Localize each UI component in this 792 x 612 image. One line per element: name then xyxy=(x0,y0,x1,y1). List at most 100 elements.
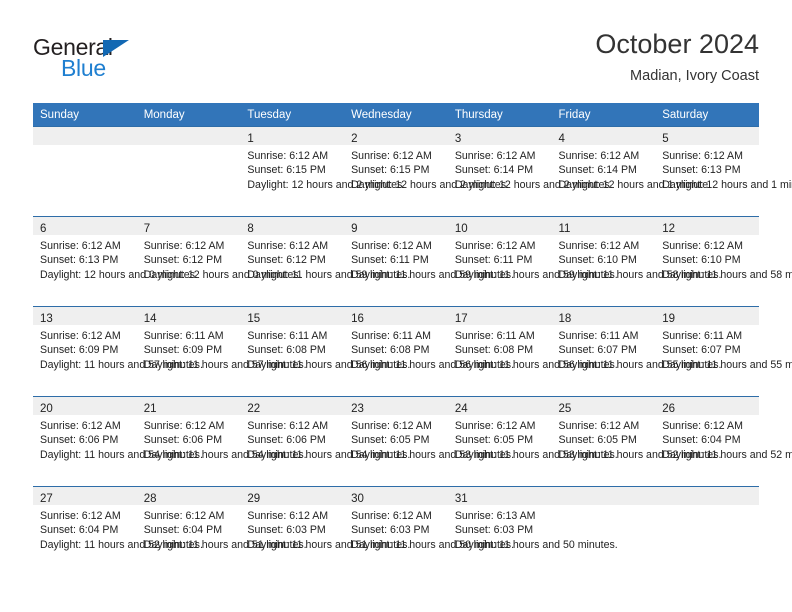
day-number: 27 xyxy=(40,493,53,505)
day-cell-inner: 3 Sunrise: 6:12 AM Sunset: 6:14 PM Daylight… xyxy=(447,127,613,216)
day-number-band: 22 xyxy=(240,397,345,415)
day-number: 30 xyxy=(351,493,364,505)
sunset-text: Sunset: 6:06 PM xyxy=(247,434,326,447)
day-cell-inner: 17 Sunrise: 6:11 AM Sunset: 6:08 PM Dayligh… xyxy=(447,307,618,396)
sunrise-text: Sunrise: 6:12 AM xyxy=(247,420,329,432)
day-number-band: 25 xyxy=(551,397,656,415)
calendar-page: General Blue October 2024 Madian, Ivory … xyxy=(0,0,792,612)
day-cell[interactable]: 7 Sunrise: 6:12 AM Sunset: 6:12 PM Daylight… xyxy=(136,216,302,307)
sunset-text: Sunset: 6:04 PM xyxy=(40,524,119,537)
day-cell[interactable]: 10 Sunrise: 6:12 AM Sunset: 6:11 PM Dayligh… xyxy=(447,216,618,307)
day-cell[interactable]: 24 Sunrise: 6:12 AM Sunset: 6:05 PM Dayligh… xyxy=(447,396,618,487)
sunrise-text: Sunrise: 6:13 AM xyxy=(454,510,536,522)
sunrise-text: Sunrise: 6:12 AM xyxy=(662,150,743,162)
day-cell[interactable]: 18 Sunrise: 6:11 AM Sunset: 6:07 PM Dayligh… xyxy=(551,306,721,397)
day-cell-inner: 14 Sunrise: 6:11 AM Sunset: 6:09 PM Dayligh… xyxy=(136,307,307,396)
day-cell[interactable]: 26 Sunrise: 6:12 AM Sunset: 6:04 PM Dayligh… xyxy=(655,396,792,487)
calendar-header-row: Sunday Monday Tuesday Wednesday Thursday Frid… xyxy=(33,103,759,127)
day-cell-inner: 29 Sunrise: 6:12 AM Sunset: 6:03 PM Dayligh… xyxy=(240,487,410,576)
daylight-text: Daylight: 11 hours and 58 minutes. xyxy=(558,268,722,281)
day-number: 31 xyxy=(454,493,468,505)
daylight-text: Daylight: 11 hours and 50 minutes. xyxy=(454,538,618,551)
day-info: Sunrise: 6:12 AM Sunset: 6:10 PM Daylight:… xyxy=(552,235,722,282)
day-number: 8 xyxy=(247,223,254,235)
day-cell[interactable]: 27 Sunrise: 6:12 AM Sunset: 6:04 PM Dayligh… xyxy=(33,486,203,576)
day-info: Sunrise: 6:11 AM Sunset: 6:08 PM Daylight:… xyxy=(448,325,618,372)
day-number-band: 29 xyxy=(240,487,345,505)
day-cell[interactable]: 16 Sunrise: 6:11 AM Sunset: 6:08 PM Dayligh… xyxy=(344,306,514,397)
day-number: 13 xyxy=(40,313,53,325)
day-info: Sunrise: 6:12 AM Sunset: 6:04 PM Daylight:… xyxy=(655,415,792,462)
day-info: Sunrise: 6:12 AM Sunset: 6:12 PM Daylight:… xyxy=(137,235,302,282)
day-cell-inner: 19 Sunrise: 6:11 AM Sunset: 6:07 PM Dayligh… xyxy=(655,307,792,396)
sunset-text: Sunset: 6:10 PM xyxy=(662,254,741,267)
day-number: 2 xyxy=(351,133,358,145)
day-cell[interactable]: 5 Sunrise: 6:12 AM Sunset: 6:13 PM Daylight… xyxy=(655,126,792,217)
weekday-header-wednesday: Wednesday xyxy=(344,103,448,127)
sunset-text: Sunset: 6:13 PM xyxy=(40,254,119,267)
sunrise-text: Sunrise: 6:12 AM xyxy=(454,420,536,432)
brand-logo[interactable]: General Blue xyxy=(33,34,243,92)
day-cell[interactable]: 22 Sunrise: 6:12 AM Sunset: 6:06 PM Dayligh… xyxy=(240,396,410,487)
day-number-band: 18 xyxy=(551,307,656,325)
day-cell-inner: 7 Sunrise: 6:12 AM Sunset: 6:12 PM Daylight… xyxy=(136,217,302,306)
day-info: Sunrise: 6:12 AM Sunset: 6:04 PM Daylight:… xyxy=(33,505,203,552)
day-number: 3 xyxy=(454,133,462,145)
day-cell[interactable]: 25 Sunrise: 6:12 AM Sunset: 6:05 PM Dayligh… xyxy=(551,396,721,487)
daylight-text: Daylight: 11 hours and 57 minutes. xyxy=(40,358,203,371)
day-cell[interactable]: 31 Sunrise: 6:13 AM Sunset: 6:03 PM Dayligh… xyxy=(447,486,618,576)
day-number-band: 19 xyxy=(655,307,759,325)
day-cell[interactable]: 8 Sunrise: 6:12 AM Sunset: 6:12 PM Daylight… xyxy=(240,216,410,307)
sunrise-text: Sunrise: 6:12 AM xyxy=(40,510,121,522)
day-cell[interactable]: 21 Sunrise: 6:12 AM Sunset: 6:06 PM Dayligh… xyxy=(136,396,307,487)
day-cell-inner: 10 Sunrise: 6:12 AM Sunset: 6:11 PM Dayligh… xyxy=(447,217,618,306)
day-cell[interactable]: 23 Sunrise: 6:12 AM Sunset: 6:05 PM Dayligh… xyxy=(344,396,514,487)
day-cell[interactable]: 14 Sunrise: 6:11 AM Sunset: 6:09 PM Dayligh… xyxy=(136,306,307,397)
day-cell[interactable]: 15 Sunrise: 6:11 AM Sunset: 6:08 PM Dayligh… xyxy=(240,306,410,397)
day-cell[interactable]: 28 Sunrise: 6:12 AM Sunset: 6:04 PM Dayligh… xyxy=(136,486,307,576)
day-number-band: 24 xyxy=(447,397,552,415)
day-cell[interactable]: 4 Sunrise: 6:12 AM Sunset: 6:14 PM Daylight… xyxy=(551,126,711,217)
day-cell[interactable]: 1 Sunrise: 6:12 AM Sunset: 6:15 PM Daylight… xyxy=(240,126,405,217)
day-cell[interactable]: 29 Sunrise: 6:12 AM Sunset: 6:03 PM Dayligh… xyxy=(240,486,410,576)
day-cell[interactable]: 20 Sunrise: 6:12 AM Sunset: 6:06 PM Dayligh… xyxy=(33,396,203,487)
calendar-grid: Sunday Monday Tuesday Wednesday Thursday Frid… xyxy=(33,103,792,576)
day-number-band: 31 xyxy=(447,487,552,505)
sunrise-text: Sunrise: 6:12 AM xyxy=(143,420,225,432)
sunset-text: Sunset: 6:12 PM xyxy=(247,254,326,267)
sunrise-text: Sunrise: 6:12 AM xyxy=(40,330,121,342)
sunset-text: Sunset: 6:15 PM xyxy=(247,164,326,177)
day-info: Sunrise: 6:12 AM Sunset: 6:06 PM Daylight:… xyxy=(137,415,307,462)
day-cell[interactable]: 17 Sunrise: 6:11 AM Sunset: 6:08 PM Dayligh… xyxy=(447,306,618,397)
daylight-text: Daylight: 12 hours and 2 minutes. xyxy=(454,178,613,191)
day-number: 12 xyxy=(662,223,676,235)
day-cell[interactable]: 9 Sunrise: 6:12 AM Sunset: 6:11 PM Daylight… xyxy=(344,216,514,307)
day-cell[interactable]: 2 Sunrise: 6:12 AM Sunset: 6:15 PM Daylight… xyxy=(344,126,509,217)
day-cell[interactable]: 6 Sunrise: 6:12 AM Sunset: 6:13 PM Daylight… xyxy=(33,216,198,307)
daylight-text: Daylight: 11 hours and 54 minutes. xyxy=(143,448,307,461)
day-number-band: 16 xyxy=(344,307,448,325)
weekday-header-sunday: Sunday xyxy=(33,103,137,127)
day-number: 4 xyxy=(558,133,565,145)
sunset-text: Sunset: 6:09 PM xyxy=(40,344,119,357)
day-cell[interactable]: 12 Sunrise: 6:12 AM Sunset: 6:10 PM Dayligh… xyxy=(655,216,792,307)
sunrise-text: Sunrise: 6:12 AM xyxy=(351,150,432,162)
day-cell[interactable]: 13 Sunrise: 6:12 AM Sunset: 6:09 PM Dayligh… xyxy=(33,306,203,397)
day-cell[interactable]: 30 Sunrise: 6:12 AM Sunset: 6:03 PM Dayligh… xyxy=(344,486,514,576)
sunset-text: Sunset: 6:08 PM xyxy=(351,344,430,357)
day-number: 1 xyxy=(247,133,254,145)
day-cell[interactable]: 3 Sunrise: 6:12 AM Sunset: 6:14 PM Daylight… xyxy=(447,126,613,217)
day-cell-inner: 1 Sunrise: 6:12 AM Sunset: 6:15 PM Daylight… xyxy=(240,127,405,216)
day-number-band xyxy=(551,487,656,505)
sunrise-text: Sunrise: 6:12 AM xyxy=(247,150,329,162)
day-cell[interactable]: 19 Sunrise: 6:11 AM Sunset: 6:07 PM Dayligh… xyxy=(655,306,792,397)
day-number-band: 10 xyxy=(447,217,552,235)
day-cell[interactable]: 11 Sunrise: 6:12 AM Sunset: 6:10 PM Dayligh… xyxy=(551,216,722,307)
day-number-band: 11 xyxy=(551,217,656,235)
day-number: 23 xyxy=(351,403,364,415)
day-cell-inner: 26 Sunrise: 6:12 AM Sunset: 6:04 PM Dayligh… xyxy=(655,397,792,486)
sunrise-text: Sunrise: 6:11 AM xyxy=(662,330,743,342)
day-info: Sunrise: 6:11 AM Sunset: 6:09 PM Daylight:… xyxy=(137,325,307,372)
day-cell-inner: 22 Sunrise: 6:12 AM Sunset: 6:06 PM Dayligh… xyxy=(240,397,410,486)
day-cell-empty xyxy=(136,126,241,217)
